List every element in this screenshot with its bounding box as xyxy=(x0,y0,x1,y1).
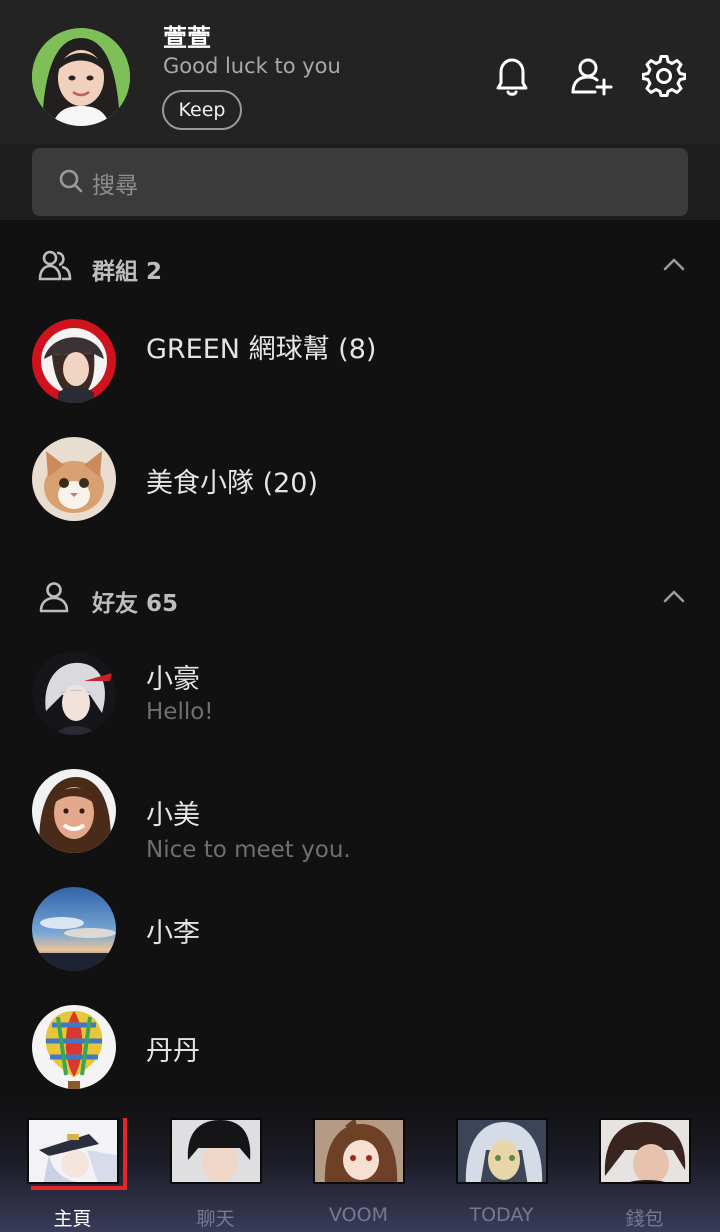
friend-name: 小美 xyxy=(146,800,200,831)
friend-item[interactable]: 小豪 Hello! xyxy=(0,651,720,751)
tab-label: 錢包 xyxy=(625,1208,664,1230)
friend-avatar xyxy=(32,651,116,735)
search-icon xyxy=(58,168,84,194)
tab-voom[interactable]: VOOM xyxy=(287,1100,430,1232)
chevron-up-icon[interactable] xyxy=(662,588,686,604)
profile-avatar[interactable] xyxy=(32,28,130,126)
group-avatar xyxy=(32,437,116,521)
today-tab-icon xyxy=(456,1118,548,1184)
profile-name: 萱萱 xyxy=(163,24,211,52)
group-avatar xyxy=(32,319,116,403)
profile-status-message: Good luck to you xyxy=(163,54,341,78)
friend-item[interactable]: 小李 xyxy=(0,887,720,987)
tab-today[interactable]: TODAY xyxy=(430,1100,573,1232)
friend-name: 小李 xyxy=(146,918,200,949)
friend-avatar xyxy=(32,887,116,971)
friend-icon xyxy=(38,580,72,614)
add-friend-icon[interactable] xyxy=(569,54,613,98)
tab-label: 聊天 xyxy=(196,1208,235,1230)
friend-status-message: Nice to meet you. xyxy=(146,837,351,863)
tab-home[interactable]: 主頁 xyxy=(1,1100,144,1232)
group-item-green-tennis[interactable]: GREEN 網球幫 (8) xyxy=(0,319,720,419)
group-name: GREEN 網球幫 (8) xyxy=(146,334,377,365)
tab-label: 主頁 xyxy=(53,1208,92,1230)
bottom-navigation: 主頁 聊天 VOOM TODAY 錢包 xyxy=(0,1100,720,1232)
group-icon xyxy=(38,248,72,282)
tab-label: VOOM xyxy=(329,1204,388,1226)
active-tab-indicator-side xyxy=(123,1118,127,1190)
friend-avatar xyxy=(32,769,116,853)
groups-section-title: 群組 2 xyxy=(92,259,163,285)
groups-section-header[interactable]: 群組 2 xyxy=(0,248,720,288)
search-input[interactable]: 搜尋 xyxy=(32,148,688,216)
friend-status-message: Hello! xyxy=(146,699,214,725)
friend-name: 丹丹 xyxy=(146,1036,200,1067)
friends-section-header[interactable]: 好友 65 xyxy=(0,580,720,620)
tab-wallet[interactable]: 錢包 xyxy=(573,1100,716,1232)
chat-tab-icon xyxy=(170,1118,262,1184)
wallet-tab-icon xyxy=(599,1118,691,1184)
chevron-up-icon[interactable] xyxy=(662,256,686,272)
search-bar-container: 搜尋 xyxy=(0,144,720,220)
friend-item[interactable]: 小美 Nice to meet you. xyxy=(0,769,720,869)
active-tab-indicator xyxy=(31,1186,127,1190)
friend-avatar xyxy=(32,1005,116,1089)
friends-section-title: 好友 65 xyxy=(92,591,179,617)
bell-icon[interactable] xyxy=(490,54,534,98)
tab-label: TODAY xyxy=(469,1204,534,1226)
group-item-food-team[interactable]: 美食小隊 (20) xyxy=(0,437,720,537)
friend-name: 小豪 xyxy=(146,664,200,695)
tab-chat[interactable]: 聊天 xyxy=(144,1100,287,1232)
profile-header: 萱萱 Good luck to you Keep xyxy=(0,0,720,144)
voom-tab-icon xyxy=(313,1118,405,1184)
friend-item[interactable]: 丹丹 xyxy=(0,1005,720,1105)
keep-button[interactable]: Keep xyxy=(162,90,242,130)
group-name: 美食小隊 (20) xyxy=(146,468,319,499)
search-placeholder: 搜尋 xyxy=(92,173,138,199)
settings-gear-icon[interactable] xyxy=(641,54,687,98)
home-tab-icon xyxy=(27,1118,119,1184)
